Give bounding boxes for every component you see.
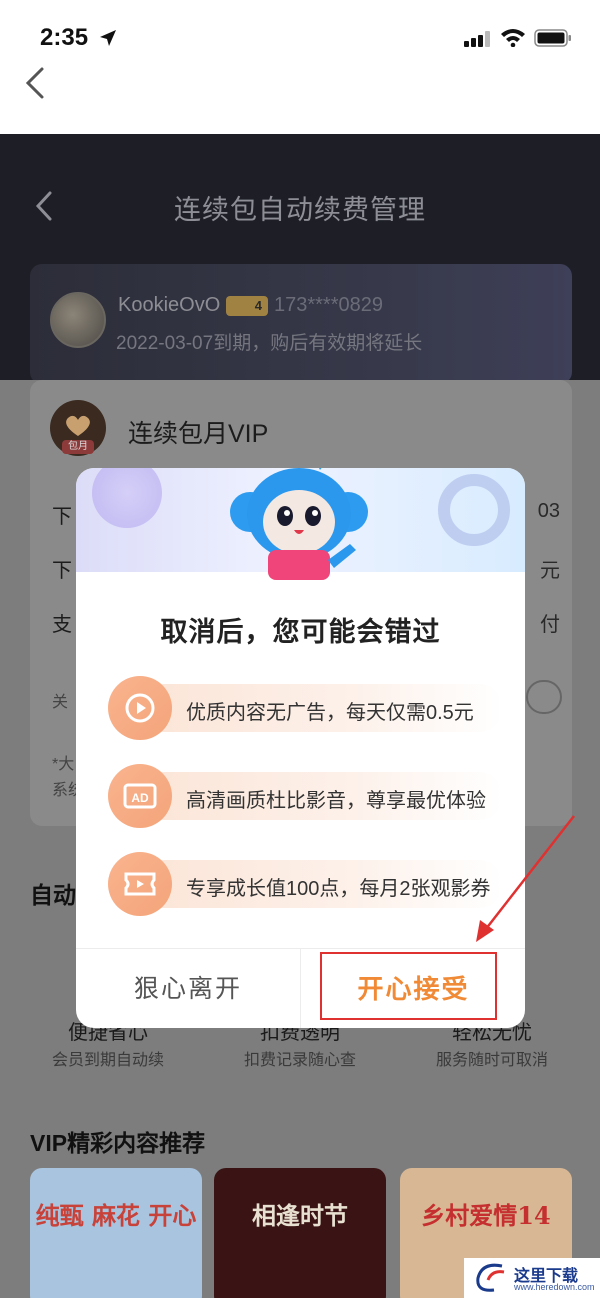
section-recommend-title: VIP精彩内容推荐: [30, 1130, 206, 1156]
phone-number: 173****0829: [274, 294, 383, 316]
recommend-thumb-2[interactable]: 相逢时节: [214, 1168, 386, 1298]
decor-bubble: [92, 468, 162, 528]
button-divider: [300, 949, 301, 1028]
row-value-1: 03: [537, 500, 560, 522]
thumb-title-3: 乡村爱情14: [421, 1201, 551, 1230]
expire-text: 2022-03-07到期，购后有效期将延长: [116, 333, 423, 354]
cancel-retention-dialog: 取消后，您可能会错过 优质内容无广告，每天仅需0.5元 AD 高清画质杜比影音，…: [76, 468, 525, 1028]
feature-sub-3: 服务随时可取消: [435, 1052, 548, 1069]
highlight-box: [320, 952, 497, 1020]
level-badge: 4: [226, 296, 268, 316]
benefit-item-2: AD 高清画质杜比影音，尊享最优体验: [108, 764, 503, 828]
ad-icon: AD: [108, 764, 172, 828]
user-card: KookieOvO 4 173****0829 2022-03-07到期，购后有…: [30, 264, 572, 384]
benefit-text-2: 高清画质杜比影音，尊享最优体验: [186, 790, 486, 812]
thumb-title-1: 纯甄 麻花 开心: [35, 1201, 197, 1230]
ticket-icon: [108, 852, 172, 916]
vip-logo: 包月: [50, 400, 106, 456]
close-renewal-label: 关: [52, 694, 69, 711]
page-title: 连续包自动续费管理: [174, 195, 426, 225]
username: KookieOvO: [118, 294, 221, 316]
watermark: 这里下载 www.heredown.com: [464, 1258, 600, 1298]
row-value-3: 付: [540, 614, 560, 636]
feature-sub-1: 会员到期自动续: [51, 1052, 164, 1069]
avatar: [50, 292, 106, 348]
benefit-text-3: 专享成长值100点，每月2张观影券: [186, 878, 491, 900]
wifi-icon: [501, 29, 525, 47]
status-time: 2:35: [40, 24, 89, 51]
vip-title: 连续包月VIP: [128, 420, 269, 448]
section-auto-title: 自动: [30, 882, 76, 908]
svg-text:AD: AD: [131, 791, 149, 805]
play-icon: [108, 676, 172, 740]
watermark-logo-icon: [476, 1263, 505, 1292]
signal-icon: [464, 31, 490, 47]
dialog-title: 取消后，您可能会错过: [160, 617, 441, 647]
thumb-title-2: 相逢时节: [252, 1201, 348, 1230]
mascot-icon: [230, 468, 368, 580]
row-label-1: 下: [52, 506, 72, 528]
watermark-url: www.heredown.com: [514, 1282, 595, 1292]
battery-icon: [534, 29, 571, 47]
heart-icon: [66, 415, 90, 436]
decor-ring: [438, 474, 510, 546]
note-line-1: *大: [52, 756, 75, 773]
benefit-item-1: 优质内容无广告，每天仅需0.5元: [108, 676, 503, 740]
recommend-thumb-1[interactable]: 纯甄 麻花 开心: [30, 1168, 202, 1298]
back-chevron-icon[interactable]: [22, 66, 48, 100]
annotation-arrow-icon: [476, 815, 575, 942]
location-arrow-icon: [100, 30, 116, 46]
vip-logo-tag: 包月: [62, 440, 94, 454]
benefit-item-3: 专享成长值100点，每月2张观影券: [108, 852, 503, 916]
feature-sub-2: 扣费记录随心查: [243, 1052, 356, 1069]
benefit-text-1: 优质内容无广告，每天仅需0.5元: [186, 702, 474, 724]
row-label-2: 下: [52, 560, 72, 582]
row-value-2: 元: [540, 560, 560, 582]
leave-button[interactable]: 狠心离开: [76, 949, 300, 1028]
close-renewal-button[interactable]: [526, 680, 562, 714]
status-bar: 2:35: [0, 0, 600, 134]
page-header: 连续包自动续费管理: [0, 134, 600, 274]
row-label-3: 支: [52, 614, 72, 636]
